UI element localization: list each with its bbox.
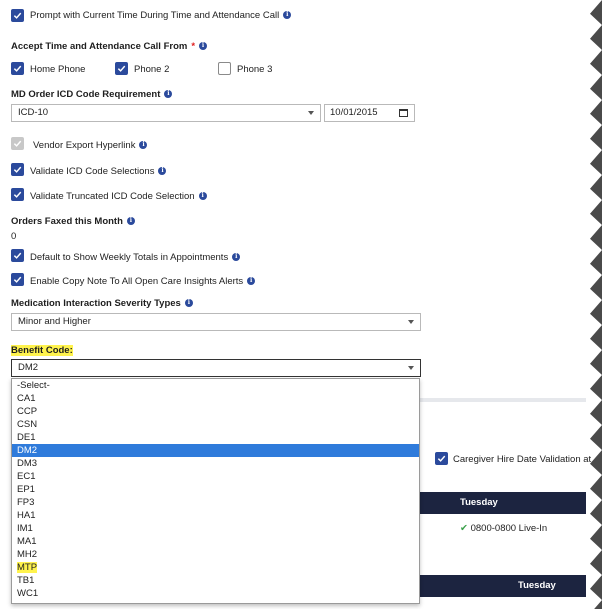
- info-icon[interactable]: i: [247, 277, 256, 286]
- vendor-export-checkbox[interactable]: [11, 137, 24, 150]
- info-icon[interactable]: i: [164, 90, 173, 99]
- severity-select[interactable]: Minor and Higher: [11, 313, 421, 331]
- benefit-option[interactable]: EC1: [12, 470, 419, 483]
- benefit-code-listbox[interactable]: -Select- CA1 CCP CSN DE1 DM2 DM3 EC1 EP1…: [11, 378, 420, 604]
- home-phone-checkbox[interactable]: [11, 62, 24, 75]
- icd-requirement-label: MD Order ICD Code Requirement i: [11, 89, 173, 100]
- info-icon[interactable]: i: [232, 253, 241, 262]
- section-divider: [420, 398, 586, 402]
- orders-faxed-label: Orders Faxed this Month i: [11, 216, 135, 227]
- icd-date-input[interactable]: 10/01/2015: [324, 104, 415, 122]
- benefit-option[interactable]: CA1: [12, 392, 419, 405]
- check-icon: [117, 65, 126, 72]
- chevron-down-icon: [408, 366, 414, 370]
- home-phone-label: Home Phone: [30, 64, 86, 75]
- caregiver-hire-date-checkbox[interactable]: [435, 452, 448, 465]
- check-icon: [13, 191, 22, 198]
- check-icon: [13, 140, 22, 147]
- check-icon: [13, 276, 22, 283]
- benefit-option[interactable]: IM1: [12, 522, 419, 535]
- schedule-header-2: Tuesday: [420, 575, 586, 597]
- benefit-option[interactable]: HA1: [12, 509, 419, 522]
- torn-edge: [590, 0, 602, 609]
- chevron-down-icon: [308, 111, 314, 115]
- weekly-totals-label: Default to Show Weekly Totals in Appoint…: [30, 252, 241, 263]
- benefit-code-select-value: DM2: [18, 362, 39, 373]
- benefit-option[interactable]: WC1: [12, 587, 419, 600]
- benefit-option[interactable]: FP3: [12, 496, 419, 509]
- vendor-export-label: Vendor Export Hyperlink i: [33, 140, 148, 151]
- check-icon: [13, 166, 22, 173]
- prompt-time-label: Prompt with Current Time During Time and…: [30, 10, 292, 21]
- benefit-option[interactable]: TB1: [12, 574, 419, 587]
- phone-3-checkbox[interactable]: [218, 62, 231, 75]
- schedule-header-1: Tuesday: [420, 492, 586, 514]
- phone-2-checkbox[interactable]: [115, 62, 128, 75]
- benefit-option[interactable]: CCP: [12, 405, 419, 418]
- check-icon: [437, 455, 446, 462]
- benefit-option[interactable]: DM3: [12, 457, 419, 470]
- prompt-time-checkbox[interactable]: [11, 9, 24, 22]
- orders-faxed-value: 0: [11, 231, 17, 242]
- day-header-2: Tuesday: [518, 580, 556, 591]
- check-icon: [13, 252, 22, 259]
- copy-note-checkbox[interactable]: [11, 273, 24, 286]
- benefit-option[interactable]: EP1: [12, 483, 419, 496]
- validate-truncated-label: Validate Truncated ICD Code Selection i: [30, 191, 207, 202]
- shift-label: 0800-0800 Live-In: [470, 523, 548, 534]
- info-icon[interactable]: i: [199, 42, 208, 51]
- info-icon[interactable]: i: [198, 192, 207, 201]
- icd-select[interactable]: ICD-10: [11, 104, 321, 122]
- benefit-option[interactable]: CSN: [12, 418, 419, 431]
- required-mark: *: [191, 41, 196, 52]
- benefit-option[interactable]: DE1: [12, 431, 419, 444]
- shift-item[interactable]: ✔ 0800-0800 Live-In: [460, 523, 547, 534]
- check-icon: [13, 65, 22, 72]
- info-icon[interactable]: i: [283, 11, 292, 20]
- validate-truncated-checkbox[interactable]: [11, 188, 24, 201]
- benefit-option[interactable]: MA1: [12, 535, 419, 548]
- phone-2-label: Phone 2: [134, 64, 170, 75]
- check-icon: [13, 12, 22, 19]
- chevron-down-icon: [408, 320, 414, 324]
- benefit-option-highlighted[interactable]: MTP: [12, 561, 419, 574]
- day-header-1: Tuesday: [460, 497, 498, 508]
- validate-icd-label: Validate ICD Code Selections i: [30, 166, 167, 177]
- icd-date-value: 10/01/2015: [330, 107, 378, 118]
- accept-from-label: Accept Time and Attendance Call From * i: [11, 41, 208, 52]
- info-icon[interactable]: i: [158, 167, 167, 176]
- icd-select-value: ICD-10: [18, 107, 49, 118]
- copy-note-label: Enable Copy Note To All Open Care Insigh…: [30, 276, 256, 287]
- benefit-code-select[interactable]: DM2: [11, 359, 421, 377]
- check-icon: ✔: [460, 523, 468, 534]
- benefit-option-selected[interactable]: DM2: [12, 444, 419, 457]
- severity-label: Medication Interaction Severity Types i: [11, 298, 193, 309]
- caregiver-hire-date-label: Caregiver Hire Date Validation at: [453, 454, 592, 465]
- calendar-icon[interactable]: [399, 109, 408, 117]
- validate-icd-checkbox[interactable]: [11, 163, 24, 176]
- info-icon[interactable]: i: [184, 299, 193, 308]
- benefit-code-label: Benefit Code:: [11, 345, 73, 356]
- phone-3-label: Phone 3: [237, 64, 273, 75]
- info-icon[interactable]: i: [126, 217, 135, 226]
- weekly-totals-checkbox[interactable]: [11, 249, 24, 262]
- benefit-option[interactable]: MH2: [12, 548, 419, 561]
- info-icon[interactable]: i: [139, 141, 148, 150]
- severity-select-value: Minor and Higher: [18, 316, 91, 327]
- benefit-option[interactable]: -Select-: [12, 379, 419, 392]
